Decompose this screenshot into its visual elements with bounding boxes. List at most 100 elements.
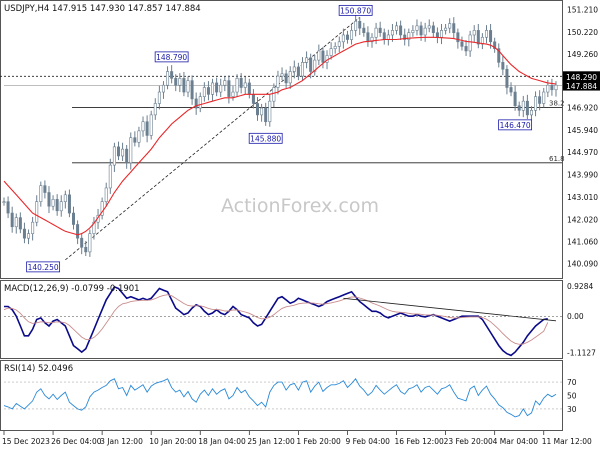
usdjpy-chart: ActionForex.com 140.090 141.060 142.020 143… — [0, 0, 600, 450]
candle-body — [235, 78, 239, 93]
candle-body — [145, 121, 149, 136]
candle-body — [178, 78, 182, 86]
candle-body — [186, 80, 190, 93]
candle-body — [517, 105, 521, 111]
candle-body — [431, 25, 435, 33]
candle-body — [268, 100, 272, 123]
price-tick-label: 151.210 — [567, 6, 598, 15]
candle-body — [108, 164, 112, 189]
candle-body — [525, 100, 529, 116]
price-tick-label: 143.990 — [567, 170, 598, 179]
candle-body — [88, 233, 92, 253]
candle-body — [484, 30, 488, 38]
candle-body — [76, 224, 80, 239]
candle-body — [444, 27, 448, 31]
candle-body — [411, 30, 415, 33]
candle-body — [157, 91, 161, 104]
candle-body — [386, 34, 390, 40]
x-tick-label: 16 Feb 12:00 — [395, 437, 444, 446]
candle-body — [223, 80, 227, 86]
candle-body — [296, 66, 300, 77]
candle-body — [141, 121, 145, 132]
candle-body — [14, 217, 18, 228]
candle-body — [521, 100, 525, 111]
candle-body — [18, 217, 22, 230]
candle-body — [247, 82, 251, 95]
candle-body — [63, 194, 67, 202]
candle-body — [427, 25, 431, 29]
candle-body — [149, 114, 153, 136]
candle-body — [534, 96, 538, 111]
level-label-fib-38-2: 38.2 — [549, 100, 565, 108]
candle-body — [350, 30, 354, 40]
chart-root: ActionForex.com 140.090 141.060 142.020 143… — [0, 0, 600, 450]
candle-body — [47, 192, 51, 207]
candle-body — [501, 62, 505, 70]
candle-body — [251, 94, 255, 104]
candle-body — [542, 91, 546, 104]
candle-body — [256, 103, 260, 116]
candle-body — [333, 46, 337, 49]
candle-body — [153, 103, 157, 116]
candle-body — [166, 71, 170, 86]
candle-body — [84, 247, 88, 253]
candle-body — [309, 57, 313, 72]
candle-body — [509, 87, 513, 93]
x-tick-label: 9 Feb 04:00 — [345, 437, 390, 446]
candle-body — [137, 130, 141, 143]
x-tick-label: 11 Mar 12:00 — [542, 437, 592, 446]
candle-body — [464, 46, 468, 52]
candle-body — [468, 34, 472, 52]
candle-body — [399, 25, 403, 36]
background — [0, 0, 600, 450]
level-label-fib-61-8: 61.8 — [549, 155, 565, 163]
candle-body — [329, 48, 333, 56]
rsi-panel-title: RSI(14) 52.0496 — [4, 364, 73, 374]
candle-body — [206, 87, 210, 95]
candle-body — [390, 30, 394, 36]
price-tick-label: 140.090 — [567, 260, 598, 269]
x-tick-label: 10 Jan 20:00 — [149, 437, 197, 446]
candle-body — [550, 84, 554, 91]
candle-body — [59, 201, 63, 212]
label-150-870: 150.870 — [340, 6, 371, 15]
candle-body — [35, 201, 39, 223]
candle-body — [31, 221, 35, 234]
candle-body — [284, 73, 288, 84]
candle-body — [129, 137, 133, 164]
candle-body — [366, 32, 370, 43]
candle-body — [505, 68, 509, 88]
rsi-tick-label: 30 — [567, 405, 577, 414]
candle-body — [202, 87, 206, 97]
price-tick-label: 143.010 — [567, 193, 598, 202]
candle-body — [219, 84, 223, 93]
candle-body — [6, 201, 10, 214]
candle-body — [382, 32, 386, 40]
candle-body — [55, 199, 59, 212]
candle-body — [423, 27, 427, 36]
candle-body — [2, 201, 6, 203]
price-panel-title: USDJPY,H4 147.915 147.930 147.857 147.88… — [4, 4, 201, 14]
label-145-880: 145.880 — [250, 134, 281, 143]
candle-body — [211, 82, 215, 95]
candle-body — [538, 96, 542, 104]
candle-body — [27, 233, 31, 239]
candle-body — [419, 25, 423, 36]
candle-body — [341, 34, 345, 43]
candle-body — [51, 199, 55, 207]
candle-body — [227, 80, 231, 97]
x-tick-label: 3 Jan 12:00 — [100, 437, 143, 446]
candle-body — [116, 146, 120, 157]
x-tick-label: 25 Jan 12:00 — [247, 437, 295, 446]
x-tick-label: 15 Dec 2023 — [2, 437, 50, 446]
candle-body — [22, 228, 26, 239]
candle-body — [305, 57, 309, 63]
candle-body — [43, 185, 47, 193]
x-tick-label: 26 Dec 04:00 — [51, 437, 102, 446]
price-tick-label: 146.920 — [567, 104, 598, 113]
candle-body — [10, 212, 14, 228]
x-tick-label: 4 Mar 04:00 — [493, 437, 539, 446]
candle-body — [264, 107, 268, 123]
candle-body — [260, 107, 264, 116]
rsi-tick-label: 50 — [567, 392, 577, 401]
